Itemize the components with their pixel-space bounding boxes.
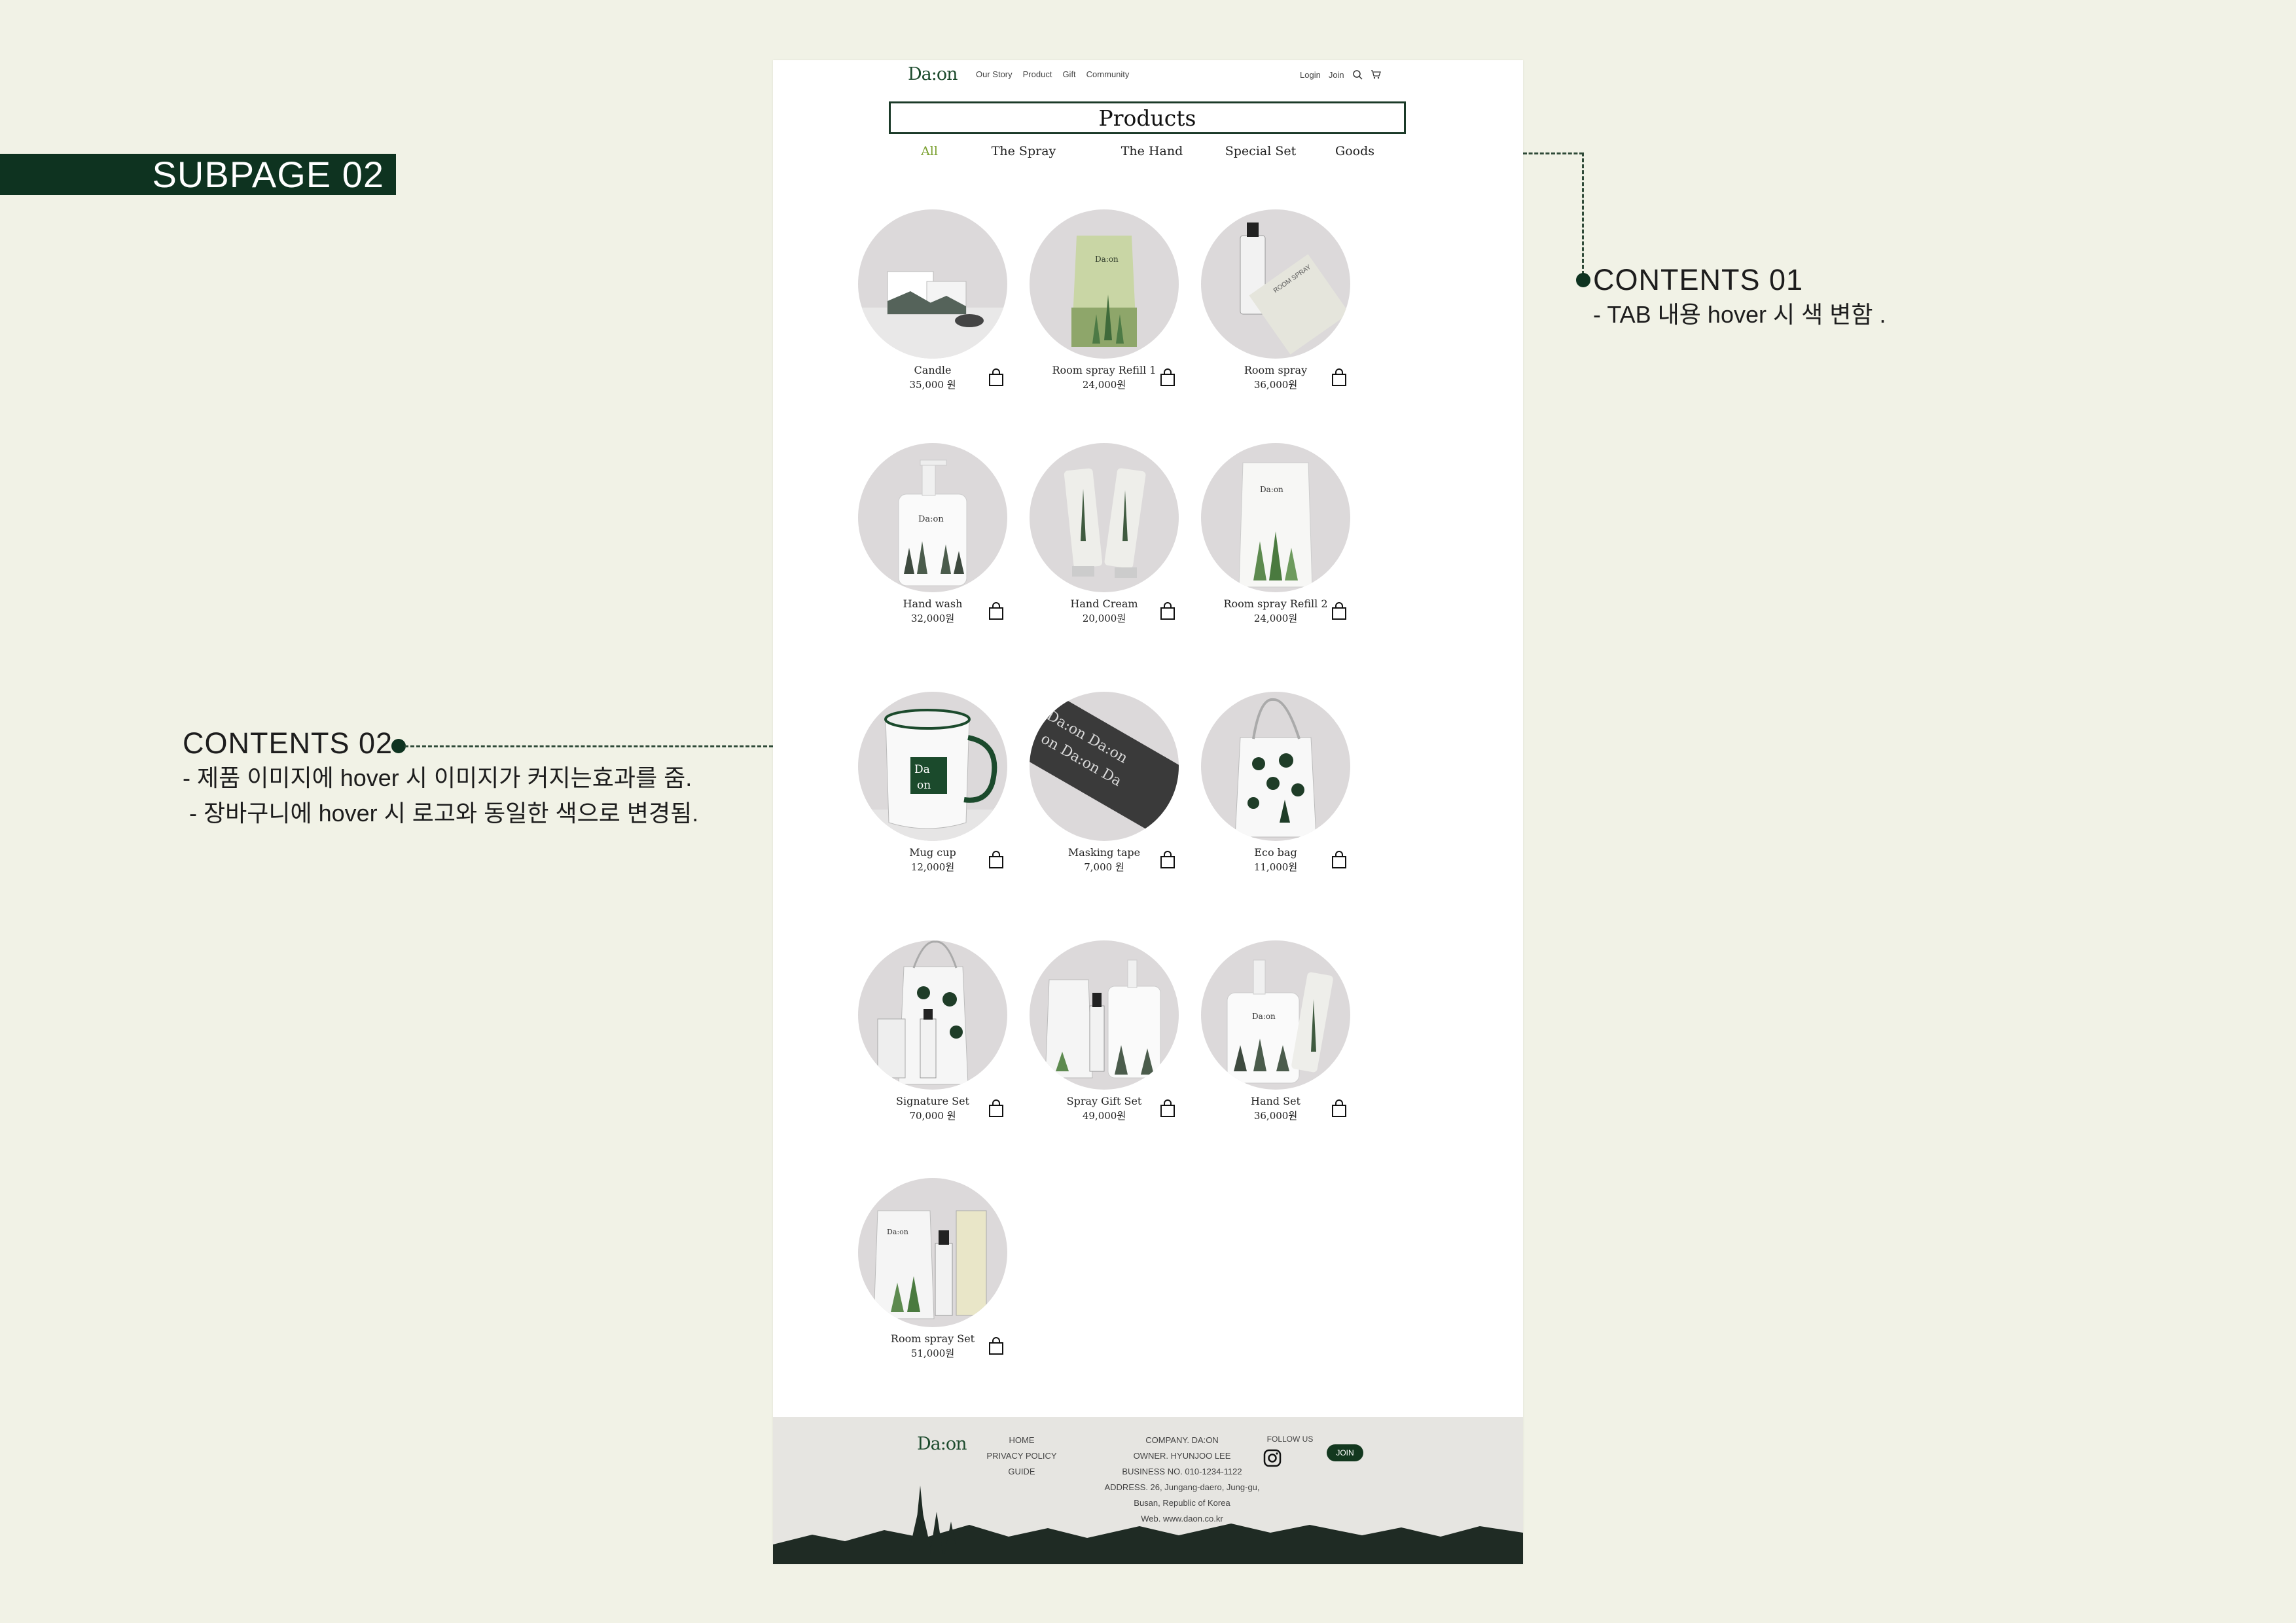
contents-01-title: CONTENTS 01: [1593, 263, 1804, 296]
product-price: 12,000원: [910, 861, 955, 873]
product-price: 49,000원: [1082, 1110, 1126, 1122]
product-price: 20,000원: [1082, 613, 1126, 624]
product-name: Hand Set: [1251, 1095, 1300, 1107]
footer: Da:on HOME PRIVACY POLICY GUIDE COMPANY.…: [773, 1417, 1523, 1564]
product-name: Hand wash: [903, 597, 963, 610]
product-card[interactable]: Da:on Room spray Refill 2 24,000원: [1175, 443, 1352, 633]
product-name: Signature Set: [896, 1095, 969, 1107]
shopping-bag-icon[interactable]: [1331, 368, 1347, 387]
footer-link-privacy[interactable]: PRIVACY POLICY: [982, 1448, 1061, 1464]
contents-02-note: CONTENTS 02 - 제품 이미지에 hover 시 이미지가 커지는효과…: [183, 726, 698, 831]
follow-us-label: FOLLOW US: [1266, 1435, 1314, 1444]
product-price: 51,000원: [910, 1347, 955, 1359]
product-card[interactable]: Candle 35,000 원: [832, 209, 1009, 399]
product-card[interactable]: Da:on Room spray Refill 1 24,000원: [1003, 209, 1180, 399]
product-image[interactable]: Da:on Da:on on Da:on Da: [1030, 692, 1179, 841]
shopping-bag-icon[interactable]: [988, 1099, 1004, 1118]
product-image[interactable]: Da on: [858, 692, 1007, 841]
shopping-bag-icon[interactable]: [988, 1337, 1004, 1355]
product-image[interactable]: [1201, 692, 1350, 841]
contents-02-desc-2: - 장바구니에 hover 시 로고와 동일한 색으로 변경됨.: [183, 800, 699, 827]
product-image[interactable]: [1030, 940, 1179, 1090]
product-image[interactable]: ROOM SPRAY: [1201, 209, 1350, 359]
shopping-bag-icon[interactable]: [988, 602, 1004, 620]
shopping-bag-icon[interactable]: [1160, 1099, 1175, 1118]
product-price: 35,000 원: [909, 379, 956, 391]
connector-line: [1582, 152, 1584, 281]
shopping-bag-icon[interactable]: [1160, 851, 1175, 869]
product-image[interactable]: Da:on: [1030, 209, 1179, 359]
product-card[interactable]: ROOM SPRAY Room spray 36,000원: [1175, 209, 1352, 399]
product-image[interactable]: [858, 940, 1007, 1090]
svg-text:Da:on: Da:on: [1260, 485, 1283, 494]
svg-text:Da:on: Da:on: [887, 1228, 908, 1236]
product-image[interactable]: Da:on: [858, 1178, 1007, 1327]
product-price: 24,000원: [1082, 379, 1126, 391]
product-price: 32,000원: [910, 613, 955, 624]
product-card[interactable]: Spray Gift Set 49,000원: [1003, 940, 1180, 1130]
product-name: Eco bag: [1254, 846, 1297, 859]
svg-text:Da: Da: [914, 763, 930, 776]
product-price: 24,000원: [1253, 613, 1298, 624]
product-name: Room spray Set: [890, 1332, 975, 1345]
svg-text:Da:on: Da:on: [1095, 255, 1119, 264]
product-price: 36,000원: [1253, 379, 1298, 391]
product-price: 70,000 원: [909, 1110, 956, 1122]
svg-text:Da:on: Da:on: [918, 514, 944, 524]
product-card[interactable]: Da:on Room spray Set 51,000원: [832, 1178, 1009, 1368]
instagram-icon[interactable]: [1263, 1448, 1282, 1468]
product-card[interactable]: Da:on Hand Set 36,000원: [1175, 940, 1352, 1130]
product-card[interactable]: Signature Set 70,000 원: [832, 940, 1009, 1130]
product-image[interactable]: Da:on: [1201, 443, 1350, 592]
contents-01-desc: - TAB 내용 hover 시 색 변함 .: [1593, 301, 1886, 328]
svg-text:on: on: [917, 779, 931, 792]
product-card[interactable]: Da:on Hand wash 32,000원: [832, 443, 1009, 633]
product-price: 36,000원: [1253, 1110, 1298, 1122]
mountain-forest-illustration: [773, 1486, 1523, 1564]
footer-logo[interactable]: Da:on: [917, 1434, 967, 1454]
footer-join-button[interactable]: JOIN: [1327, 1444, 1363, 1461]
shopping-bag-icon[interactable]: [988, 368, 1004, 387]
shopping-bag-icon[interactable]: [1331, 1099, 1347, 1118]
product-image[interactable]: [858, 209, 1007, 359]
contents-02-title: CONTENTS 02: [183, 726, 393, 760]
contents-01-note: CONTENTS 01 - TAB 내용 hover 시 색 변함 .: [1593, 263, 1886, 332]
product-card[interactable]: Eco bag 11,000원: [1175, 692, 1352, 882]
shopping-bag-icon[interactable]: [1331, 602, 1347, 620]
product-card[interactable]: Da on Mug cup 12,000원: [832, 692, 1009, 882]
product-name: Room spray: [1244, 364, 1308, 376]
connector-dot: [1576, 273, 1590, 287]
product-name: Hand Cream: [1070, 597, 1138, 610]
connector-line: [1523, 152, 1583, 154]
product-card[interactable]: Hand Cream 20,000원: [1003, 443, 1180, 633]
page-mockup: Da:on Our Story Product Gift Community L…: [773, 60, 1523, 1564]
product-name: Room spray Refill 1: [1052, 364, 1157, 376]
product-image[interactable]: [1030, 443, 1179, 592]
svg-text:Da:on: Da:on: [1252, 1012, 1276, 1021]
product-card[interactable]: Da:on Da:on on Da:on Da Masking tape 7,000 …: [1003, 692, 1180, 882]
product-name: Room spray Refill 2: [1223, 597, 1328, 610]
product-price: 7,000 원: [1084, 861, 1124, 873]
product-image[interactable]: Da:on: [858, 443, 1007, 592]
footer-link-home[interactable]: HOME: [982, 1433, 1061, 1448]
product-name: Masking tape: [1067, 846, 1141, 859]
subpage-label: SUBPAGE 02: [0, 154, 396, 195]
contents-02-desc-1: - 제품 이미지에 hover 시 이미지가 커지는효과를 줌.: [183, 764, 692, 791]
product-image[interactable]: Da:on: [1201, 940, 1350, 1090]
product-name: Mug cup: [909, 846, 956, 859]
shopping-bag-icon[interactable]: [988, 851, 1004, 869]
shopping-bag-icon[interactable]: [1160, 602, 1175, 620]
product-name: Spray Gift Set: [1066, 1095, 1142, 1107]
shopping-bag-icon[interactable]: [1160, 368, 1175, 387]
product-grid: Candle 35,000 원 Da:on Room spray Refill 1 24…: [773, 60, 1523, 1564]
product-name: Candle: [914, 364, 952, 376]
product-price: 11,000원: [1253, 861, 1298, 873]
shopping-bag-icon[interactable]: [1331, 851, 1347, 869]
